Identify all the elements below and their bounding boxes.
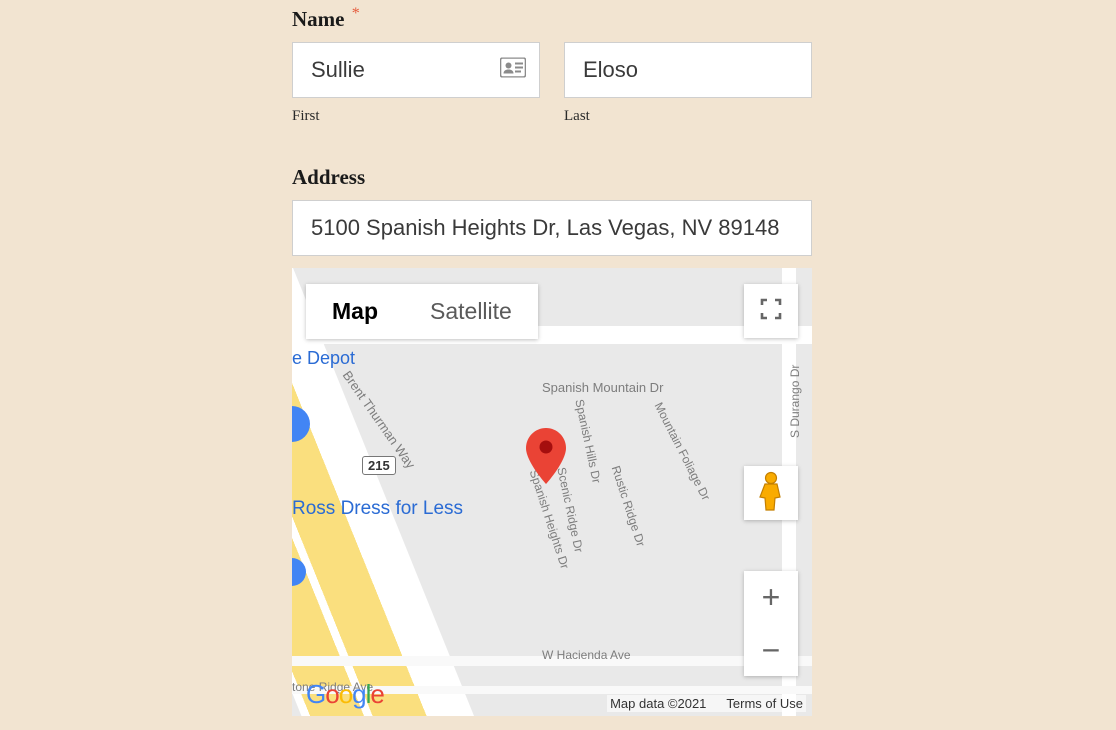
fullscreen-button[interactable] xyxy=(744,284,798,338)
map-poi-label: Ross Dress for Less xyxy=(292,498,463,520)
map-poi-label: e Depot xyxy=(292,348,355,369)
fullscreen-icon xyxy=(760,298,782,325)
map-road-label: W Hacienda Ave xyxy=(542,648,631,662)
google-logo: Google xyxy=(306,679,384,710)
contact-card-icon xyxy=(500,58,526,83)
map-canvas[interactable]: 215 e Depot Ross Dress for Less Brent Th… xyxy=(292,268,812,716)
map-marker-icon[interactable] xyxy=(526,428,566,489)
zoom-out-button[interactable]: − xyxy=(744,624,798,676)
pegman-icon xyxy=(757,471,785,516)
map-road-label: S Durango Dr xyxy=(788,365,802,438)
map-road-label: Mountain Foliage Dr xyxy=(652,400,714,503)
map-road-label: Rustic Ridge Dr xyxy=(609,464,648,548)
zoom-in-button[interactable]: + xyxy=(744,571,798,623)
map-type-map-button[interactable]: Map xyxy=(306,284,404,339)
zoom-control: + − xyxy=(744,571,798,676)
plus-icon: + xyxy=(762,579,781,616)
minus-icon: − xyxy=(762,632,781,669)
map-road-label: Spanish Hills Dr xyxy=(572,398,603,484)
map-data-label: Map data ©2021 xyxy=(610,696,706,711)
address-label: Address xyxy=(292,165,812,190)
name-label: Name * xyxy=(292,5,812,32)
name-label-text: Name xyxy=(292,7,344,31)
map-type-control: Map Satellite xyxy=(306,284,538,339)
map-type-satellite-button[interactable]: Satellite xyxy=(404,284,538,339)
required-marker: * xyxy=(352,5,360,22)
streetview-pegman-button[interactable] xyxy=(744,466,798,520)
first-name-sublabel: First xyxy=(292,108,540,125)
terms-link[interactable]: Terms of Use xyxy=(726,696,803,711)
address-input[interactable] xyxy=(292,200,812,256)
highway-shield: 215 xyxy=(362,456,396,475)
map-attribution: Map data ©2021 Terms of Use xyxy=(607,695,806,712)
map-road-label: Spanish Mountain Dr xyxy=(542,380,663,395)
last-name-sublabel: Last xyxy=(564,108,812,125)
last-name-input[interactable] xyxy=(564,42,812,98)
